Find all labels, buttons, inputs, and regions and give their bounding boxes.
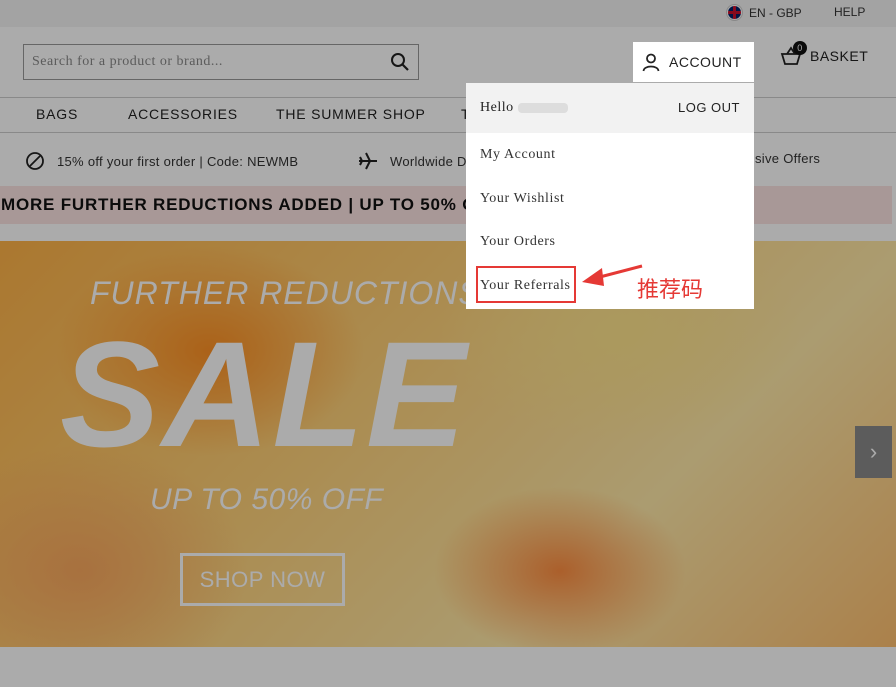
- logout-button[interactable]: LOG OUT: [678, 100, 740, 115]
- referrals-highlight-box: [476, 266, 576, 303]
- greeting: Hello: [480, 100, 568, 116]
- annotation-label: 推荐码: [637, 278, 704, 303]
- account-label: ACCOUNT: [669, 54, 742, 70]
- dropdown-header: Hello LOG OUT: [466, 83, 754, 133]
- account-button[interactable]: ACCOUNT: [633, 42, 754, 82]
- greeting-text: Hello: [480, 100, 514, 115]
- menu-item-orders[interactable]: Your Orders: [480, 234, 556, 250]
- user-icon: [642, 53, 660, 72]
- annotation-arrow-icon: [582, 264, 643, 286]
- menu-item-my-account[interactable]: My Account: [480, 147, 556, 163]
- blurred-username: [517, 102, 568, 113]
- page-overlay[interactable]: [0, 0, 896, 687]
- menu-item-wishlist[interactable]: Your Wishlist: [480, 191, 565, 207]
